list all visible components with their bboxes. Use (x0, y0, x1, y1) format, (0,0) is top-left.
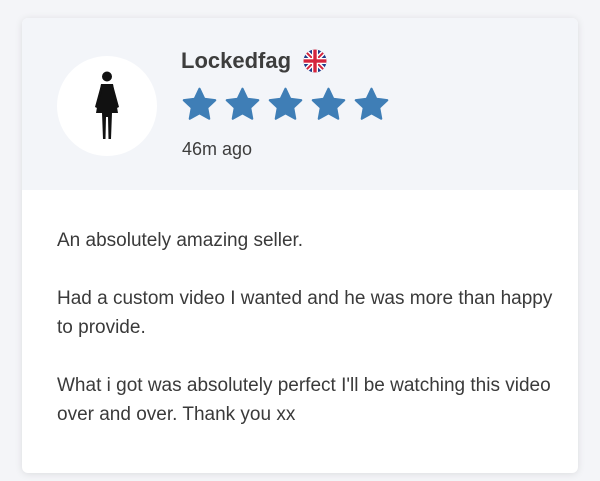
star-icon (268, 87, 303, 120)
star-icon (182, 87, 217, 120)
review-body: An absolutely amazing seller. Had a cust… (57, 226, 557, 458)
avatar (57, 56, 157, 156)
review-paragraph: Had a custom video I wanted and he was m… (57, 288, 553, 338)
rating-stars (181, 86, 396, 123)
review-header: Lockedfag 46m ago (22, 18, 578, 190)
reviewer-username[interactable]: Lockedfag (181, 48, 291, 74)
review-paragraph: What i got was absolutely perfect I'll b… (57, 375, 551, 425)
star-icon (311, 87, 346, 120)
review-paragraph: An absolutely amazing seller. (57, 230, 304, 251)
female-silhouette-icon (95, 71, 119, 139)
uk-flag-icon (303, 49, 327, 73)
review-timestamp: 46m ago (182, 139, 253, 159)
review-card: Lockedfag 46m ago An absolutely amazing … (22, 18, 578, 473)
username-row: Lockedfag (181, 48, 327, 74)
star-icon (354, 87, 389, 120)
star-icon (225, 87, 260, 120)
